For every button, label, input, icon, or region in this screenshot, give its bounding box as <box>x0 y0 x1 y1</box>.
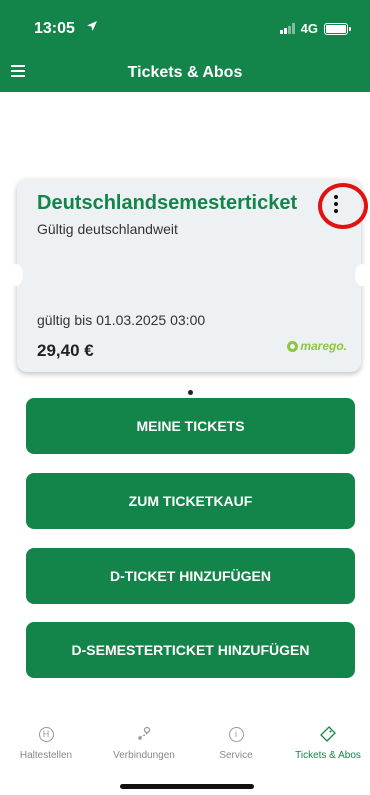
tab-verbindungen[interactable]: Verbindungen <box>98 724 190 761</box>
battery-icon <box>324 22 351 35</box>
my-tickets-button[interactable]: MEINE TICKETS <box>26 398 355 454</box>
status-time: 13:05 <box>34 20 75 37</box>
ticket-icon <box>282 724 370 744</box>
ticket-title: Deutschlandsemesterticket <box>37 192 298 214</box>
ticket-subtitle: Gültig deutschlandweit <box>37 221 178 237</box>
tab-label: Service <box>219 750 253 761</box>
ticket-valid-until: gültig bis 01.03.2025 03:00 <box>37 312 206 328</box>
route-icon <box>98 724 190 744</box>
tab-service[interactable]: i Service <box>190 724 282 761</box>
marego-logo: marego. <box>287 339 347 353</box>
network-label: 4G <box>300 21 318 36</box>
signal-icon <box>279 23 295 34</box>
marego-logo-text: marego. <box>300 339 347 353</box>
page-title: Tickets & Abos <box>127 64 243 81</box>
tab-bar: H Haltestellen Verbindungen i Service Ti… <box>0 712 370 795</box>
info-icon: i <box>228 726 244 742</box>
marego-logo-icon <box>287 340 299 352</box>
ticket-card[interactable]: Deutschlandsemesterticket Gültig deutsch… <box>9 179 369 372</box>
home-indicator <box>120 784 254 789</box>
app-bar: Tickets & Abos <box>0 54 370 92</box>
add-dticket-button[interactable]: D-TICKET HINZUFÜGEN <box>26 548 355 604</box>
highlight-circle <box>318 183 368 229</box>
add-dsemesterticket-button[interactable]: D-SEMESTERTICKET HINZUFÜGEN <box>26 622 355 678</box>
tab-haltestellen[interactable]: H Haltestellen <box>0 724 92 761</box>
tab-label: Haltestellen <box>19 750 73 761</box>
tab-label: Verbindungen <box>113 750 175 761</box>
page-indicator <box>188 390 193 395</box>
stop-h-icon: H <box>38 726 54 742</box>
tab-tickets-abos[interactable]: Tickets & Abos <box>282 724 370 761</box>
buy-ticket-button[interactable]: ZUM TICKETKAUF <box>26 473 355 529</box>
ticket-price: 29,40 € <box>37 341 94 360</box>
status-indicators: 4G <box>279 21 351 36</box>
location-arrow-icon <box>86 19 98 35</box>
status-bar: 13:05 4G <box>0 0 370 54</box>
tab-label: Tickets & Abos <box>295 750 361 761</box>
